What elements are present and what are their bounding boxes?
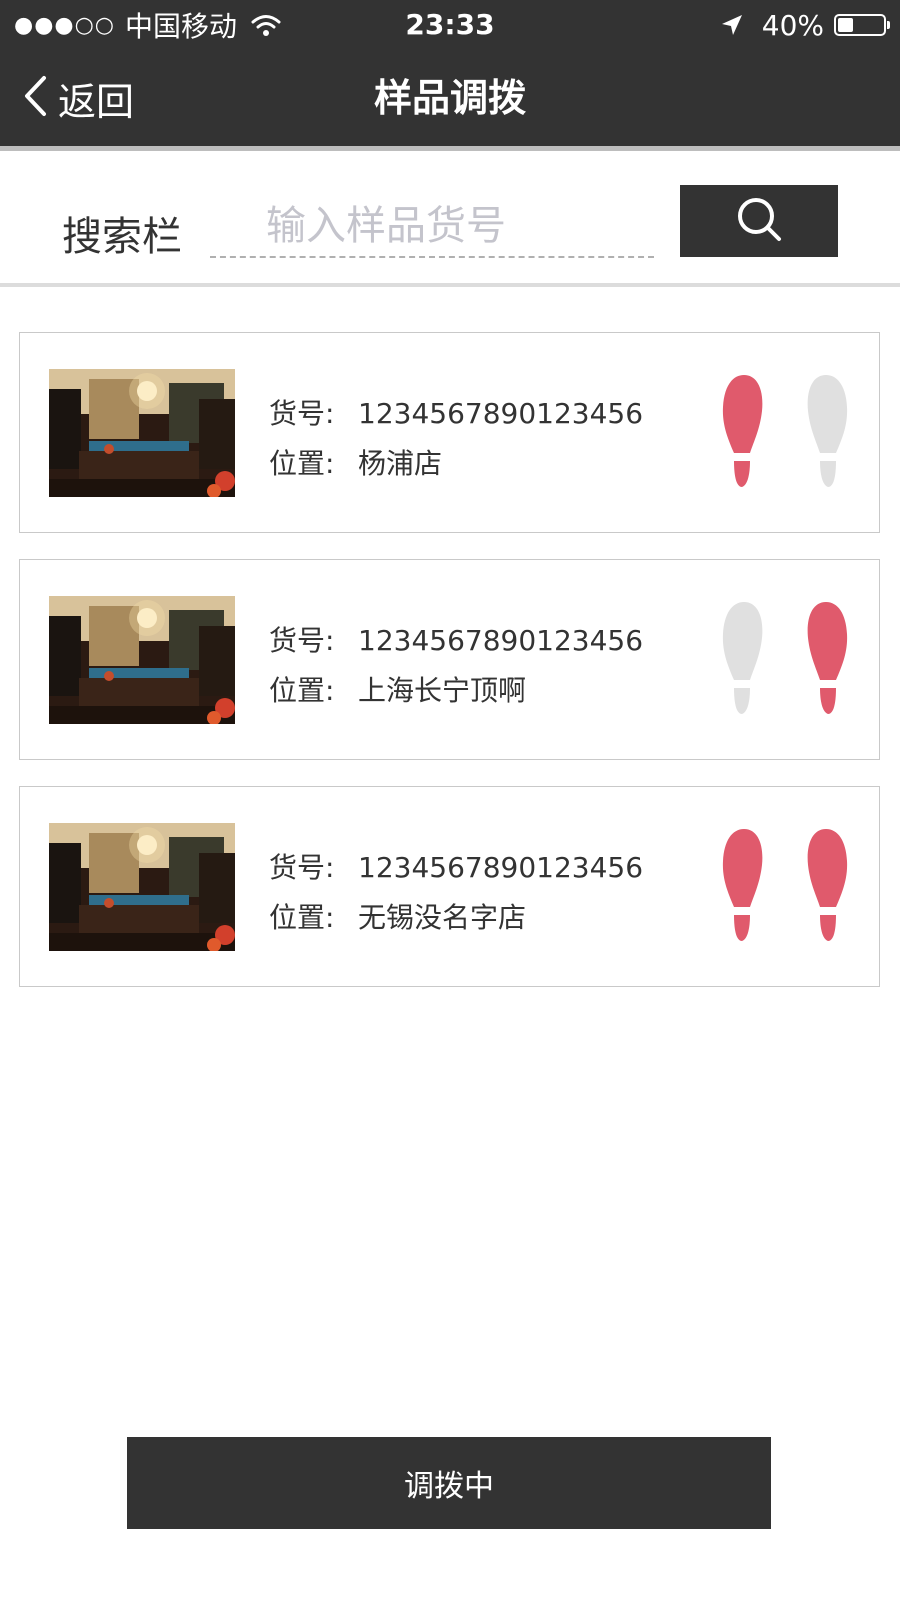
status-right: 40% xyxy=(720,0,890,50)
code-label: 货号: xyxy=(269,624,335,657)
code-value: 1234567890123456 xyxy=(358,851,644,884)
battery-level xyxy=(838,18,854,32)
page-title: 样品调拨 xyxy=(373,76,526,120)
location-value: 上海长宁顶啊 xyxy=(358,674,527,707)
search-label: 搜索栏 xyxy=(62,214,182,260)
code-label: 货号: xyxy=(269,851,335,884)
back-button[interactable]: 返回 xyxy=(22,50,134,146)
location-value: 杨浦店 xyxy=(358,447,443,480)
sample-photo xyxy=(49,369,235,497)
right-foot-icon[interactable] xyxy=(800,373,850,493)
foot-selector xyxy=(720,600,850,720)
search-button[interactable] xyxy=(680,185,838,257)
code-value: 1234567890123456 xyxy=(358,397,644,430)
code-row: 货号: 1234567890123456 xyxy=(269,843,643,893)
location-label: 位置: xyxy=(269,447,335,480)
battery-percent: 40% xyxy=(761,8,824,42)
code-row: 货号: 1234567890123456 xyxy=(269,616,643,666)
left-foot-icon[interactable] xyxy=(720,373,770,493)
code-value: 1234567890123456 xyxy=(358,624,644,657)
back-label: 返回 xyxy=(58,79,135,124)
search-bar: 搜索栏 xyxy=(0,151,900,287)
search-input[interactable] xyxy=(210,196,654,258)
foot-selector xyxy=(720,827,850,947)
location-arrow-icon xyxy=(720,13,744,37)
nav-bar: 返回 样品调拨 xyxy=(0,50,900,151)
location-row: 位置: 无锡没名字店 xyxy=(269,893,643,943)
battery-tip xyxy=(887,21,890,29)
location-label: 位置: xyxy=(269,674,335,707)
location-label: 位置: xyxy=(269,901,335,934)
sample-card[interactable]: 货号: 1234567890123456 位置: 无锡没名字店 xyxy=(19,786,880,987)
chevron-left-icon xyxy=(22,75,48,121)
sample-photo xyxy=(49,823,235,951)
sample-card[interactable]: 货号: 1234567890123456 位置: 杨浦店 xyxy=(19,332,880,533)
location-row: 位置: 杨浦店 xyxy=(269,439,643,489)
battery-icon xyxy=(834,14,890,36)
sample-info: 货号: 1234567890123456 位置: 杨浦店 xyxy=(269,389,643,489)
left-foot-icon[interactable] xyxy=(720,827,770,947)
sample-photo xyxy=(49,596,235,724)
search-icon xyxy=(735,195,783,247)
code-label: 货号: xyxy=(269,397,335,430)
left-foot-icon[interactable] xyxy=(720,600,770,720)
location-value: 无锡没名字店 xyxy=(358,901,527,934)
code-row: 货号: 1234567890123456 xyxy=(269,389,643,439)
sample-info: 货号: 1234567890123456 位置: 无锡没名字店 xyxy=(269,843,643,943)
right-foot-icon[interactable] xyxy=(800,600,850,720)
transfer-status-button[interactable]: 调拨中 xyxy=(127,1437,771,1529)
status-bar: ●●●○○ 中国移动 23:33 40% xyxy=(0,0,900,50)
location-row: 位置: 上海长宁顶啊 xyxy=(269,666,643,716)
foot-selector xyxy=(720,373,850,493)
right-foot-icon[interactable] xyxy=(800,827,850,947)
sample-card[interactable]: 货号: 1234567890123456 位置: 上海长宁顶啊 xyxy=(19,559,880,760)
sample-info: 货号: 1234567890123456 位置: 上海长宁顶啊 xyxy=(269,616,643,716)
